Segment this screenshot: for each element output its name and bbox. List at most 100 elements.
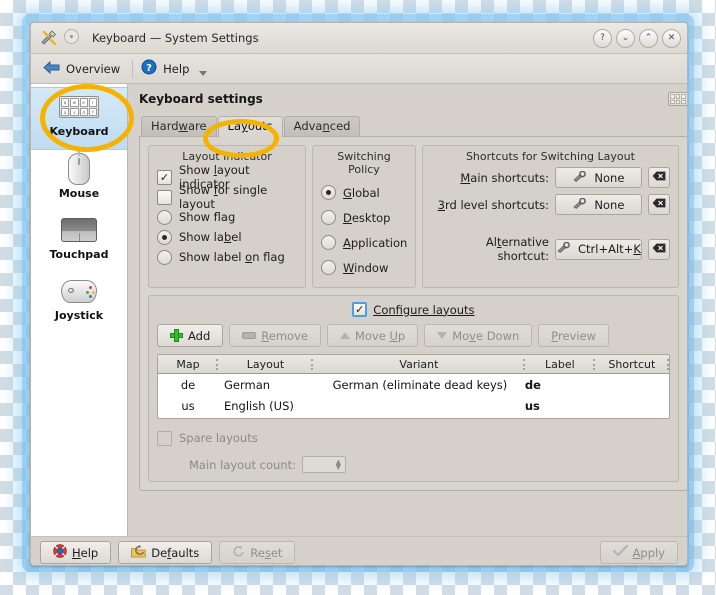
add-button[interactable]: Add [157,324,224,347]
check-icon [612,544,628,560]
column-header-layout[interactable]: Layout [218,356,313,373]
option-application[interactable]: Application [321,230,407,255]
third-level-shortcut-button[interactable]: None [555,194,642,215]
page-title: Keyboard settings [139,92,263,106]
back-arrow-icon [43,60,60,78]
main-layout-count-row: Main layout count: ▲ ▼ [157,456,670,473]
radio[interactable] [157,209,172,225]
shortcut-label: Main shortcuts: [460,170,549,185]
wrench-icon [572,197,587,212]
tab-advanced[interactable]: Advanced [283,116,361,136]
sidebar-item-label: Joystick [54,309,104,322]
titlebar-maximize-button[interactable]: ⌃ [639,28,658,48]
switching-policy-group: Switching Policy Global Desktop Applicat… [312,145,416,288]
column-header-label[interactable]: Label [525,356,595,373]
option-window[interactable]: Window [321,255,407,280]
layout-indicator-group: Layout Indicator ✓ Show layout indicator… [148,145,306,288]
shortcut-row-alternative: Alternative shortcut: Ctrl+Alt+K [431,235,670,263]
overview-button[interactable]: Overview [39,58,128,80]
option-show-label-on-flag[interactable]: Show label on flag [157,247,297,267]
clear-third-level-shortcut-button[interactable] [647,194,670,215]
table-row[interactable]: de German German (eliminate dead keys) d… [158,374,669,395]
sidebar-item-keyboard[interactable]: qwer asdf Keyboard [31,87,127,150]
titlebar-help-button[interactable]: ? [593,28,612,48]
spare-layouts-area: Spare layouts Main layout count: ▲ ▼ [157,428,670,473]
shortcut-label: Alternative shortcut: [485,235,549,263]
tab-strip: Hardware Layouts Advanced [139,116,687,137]
main-shortcut-button[interactable]: None [555,167,642,188]
spare-layouts-row[interactable]: Spare layouts [157,428,670,448]
radio[interactable] [321,260,336,275]
option-global[interactable]: Global [321,180,407,205]
configure-layouts-row[interactable]: ✓ Configure layouts [157,302,670,317]
clear-alternative-shortcut-button[interactable] [647,238,670,260]
backspace-icon [652,198,666,211]
joystick-icon [61,276,97,306]
remove-button[interactable]: Remove [229,324,321,347]
table-header-row: Map Layout Variant Label Shortcut [158,355,669,374]
preview-button[interactable]: Preview [538,324,610,347]
column-header-map[interactable]: Map [158,356,218,373]
spare-layouts-checkbox[interactable] [157,430,172,446]
mouse-icon [68,153,90,185]
main-layout-count-stepper[interactable]: ▲ ▼ [301,456,346,473]
radio[interactable] [157,229,172,245]
backspace-icon [652,171,666,184]
sidebar-item-joystick[interactable]: Joystick [31,272,127,333]
checkbox[interactable] [157,189,172,205]
defaults-button[interactable]: Defaults [118,541,213,564]
window-menu-icon[interactable] [64,29,82,47]
help-circle-icon: ? [141,59,157,78]
layout-table[interactable]: Map Layout Variant Label Shortcut de Ger… [157,354,670,419]
button-label: Preview [551,328,597,343]
button-label: Apply [632,545,665,560]
titlebar-minimize-button[interactable]: ⌄ [616,28,635,48]
option-show-label[interactable]: Show label [157,227,297,247]
radio[interactable] [321,210,336,225]
configure-layouts-checkbox[interactable]: ✓ [352,302,368,317]
touchpad-icon [61,215,97,245]
table-row[interactable]: us English (US) us [158,395,669,416]
clear-main-shortcut-button[interactable] [647,167,670,188]
minus-icon [242,332,257,339]
toolbar: Overview ? Help [31,54,687,84]
cell-layout: German [224,377,271,392]
cell-label: de [524,377,541,392]
option-label: Global [343,185,380,200]
triangle-down-icon [437,332,448,339]
shortcut-row-main: Main shortcuts: None [431,167,670,188]
radio[interactable] [157,249,172,265]
sidebar-item-mouse[interactable]: Mouse [31,150,127,211]
radio[interactable] [321,235,336,250]
main-panel: Keyboard settings Hardware Layouts Advan… [128,84,687,536]
chevron-down-icon[interactable] [199,70,208,76]
help-button[interactable]: ? Help [137,57,197,80]
reset-button[interactable]: Reset [219,541,296,564]
option-label: Application [343,235,408,250]
cell-variant: German (eliminate dead keys) [332,377,508,392]
move-up-button[interactable]: Move Up [326,324,419,347]
help-label: Help [163,61,190,76]
settings-header: Keyboard settings [139,92,687,106]
option-desktop[interactable]: Desktop [321,205,407,230]
apply-button[interactable]: Apply [599,541,678,564]
cell-map: de [180,377,196,392]
tab-layouts[interactable]: Layouts [217,116,283,137]
move-down-button[interactable]: Move Down [424,324,533,347]
help-bottom-button[interactable]: Help [40,541,112,564]
tab-hardware[interactable]: Hardware [141,116,217,136]
titlebar-close-button[interactable]: ✕ [662,28,681,48]
column-header-shortcut[interactable]: Shortcut [595,356,669,373]
column-header-variant[interactable]: Variant [313,356,525,373]
layout-action-buttons: Add Remove Move Up Move Down Preview [157,324,670,347]
wrench-icon [556,241,570,256]
checkbox[interactable]: ✓ [157,169,172,185]
alternative-shortcut-button[interactable]: Ctrl+Alt+K [555,238,642,260]
sidebar: qwer asdf Keyboard Mouse Touchpad Joysti… [31,84,128,536]
plus-icon [170,329,183,342]
sidebar-item-touchpad[interactable]: Touchpad [31,211,127,272]
radio[interactable] [321,185,336,200]
option-show-for-single-layout[interactable]: Show for single layout [157,183,297,211]
reset-icon [232,545,245,561]
resize-grip[interactable] [686,523,687,533]
